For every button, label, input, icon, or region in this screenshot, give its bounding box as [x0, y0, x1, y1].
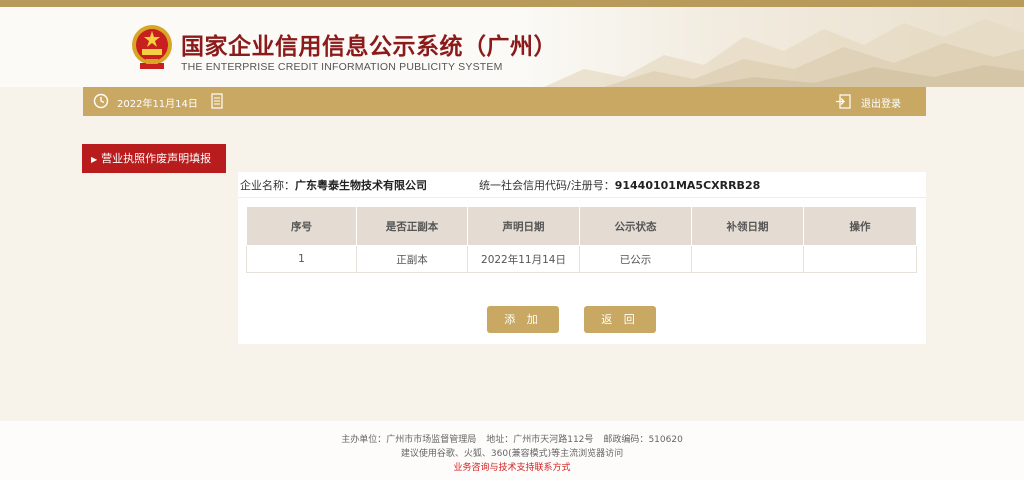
declaration-records-table: 序号 是否正副本 声明日期 公示状态 补领日期 操作 1 正副本 2022年11… [246, 206, 917, 273]
footer-info-line: 主办单位：广州市市场监督管理局 地址：广州市天河路112号 邮政编码：510620 [0, 432, 1024, 445]
site-title: 国家企业信用信息公示系统（广州） [181, 33, 557, 60]
mountain-landscape-background [544, 19, 1024, 87]
add-button[interactable]: 添 加 [487, 306, 559, 333]
logout-link[interactable]: 退出登录 [861, 95, 901, 110]
sidebar-item-label: 营业执照作废声明填报 [101, 152, 212, 165]
current-date: 2022年11月14日 [117, 99, 198, 110]
host-label: 主办单位： [341, 435, 387, 445]
back-button[interactable]: 返 回 [584, 306, 656, 333]
browser-recommendation: 建议使用谷歌、火狐、360(兼容模式)等主流浏览器访问 [400, 449, 624, 459]
column-header-reissue-date: 补领日期 [691, 206, 804, 246]
cell-declaration-date: 2022年11月14日 [467, 245, 580, 273]
clock-icon [93, 93, 109, 109]
address-label: 地址： [486, 435, 514, 445]
table-header-row: 序号 是否正副本 声明日期 公示状态 补领日期 操作 [246, 206, 917, 246]
company-name-value: 广东粤泰生物技术有限公司 [295, 179, 427, 192]
postcode-label: 邮政编码： [603, 435, 649, 445]
site-footer: 主办单位：广州市市场监督管理局 地址：广州市天河路112号 邮政编码：510620 … [0, 421, 1024, 480]
postcode-value: 510620 [648, 435, 683, 445]
main-content-panel: 企业名称：广东粤泰生物技术有限公司 统一社会信用代码/注册号：91440101M… [238, 172, 926, 344]
sidebar-item-license-void-declaration[interactable]: ▶ 营业执照作废声明填报 [82, 144, 226, 173]
column-header-actions: 操作 [803, 206, 917, 246]
national-emblem-icon [132, 25, 172, 69]
cell-publicity-status: 已公示 [579, 245, 692, 273]
cell-reissue-date [691, 245, 804, 273]
credit-code-label: 统一社会信用代码/注册号： [479, 179, 615, 192]
column-header-original-copy: 是否正副本 [356, 206, 468, 246]
credit-code-field: 统一社会信用代码/注册号：91440101MA5CXRRB28 [479, 177, 760, 193]
site-header: 国家企业信用信息公示系统（广州） THE ENTERPRISE CREDIT I… [0, 7, 1024, 87]
company-info-row: 企业名称：广东粤泰生物技术有限公司 统一社会信用代码/注册号：91440101M… [238, 172, 926, 198]
logout-icon[interactable] [835, 94, 851, 109]
company-name-label: 企业名称： [240, 179, 295, 192]
support-contact-link[interactable]: 业务咨询与技术支持联系方式 [0, 460, 1024, 473]
column-header-index: 序号 [246, 206, 357, 246]
cell-original-copy: 正副本 [356, 245, 468, 273]
site-subtitle: THE ENTERPRISE CREDIT INFORMATION PUBLIC… [181, 61, 503, 73]
company-name-field: 企业名称：广东粤泰生物技术有限公司 [240, 177, 427, 193]
column-header-publicity-status: 公示状态 [579, 206, 692, 246]
host-value: 广州市市场监督管理局 [386, 435, 477, 445]
cell-actions [803, 245, 917, 273]
top-nav-bar: 2022年11月14日 退出登录 [83, 87, 926, 116]
document-icon[interactable] [210, 93, 224, 109]
table-row: 1 正副本 2022年11月14日 已公示 [246, 245, 917, 273]
cell-index: 1 [246, 245, 357, 273]
column-header-declaration-date: 声明日期 [467, 206, 580, 246]
top-stripe [0, 0, 1024, 7]
address-value: 广州市天河路112号 [513, 435, 594, 445]
triangle-right-icon: ▶ [91, 155, 98, 164]
credit-code-value: 91440101MA5CXRRB28 [614, 179, 761, 192]
